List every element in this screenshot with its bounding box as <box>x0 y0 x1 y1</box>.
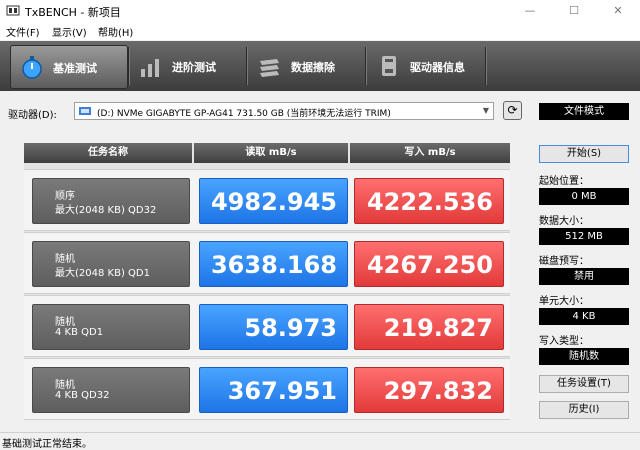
drive-select[interactable]: (D:) NVMe GIGABYTE GP-AG41 731.50 GB (当前… <box>74 102 494 120</box>
data-size-value[interactable]: 512 MB <box>539 228 629 245</box>
window-title: TxBENCH - 新项目 <box>25 6 121 19</box>
task-name-cell[interactable]: 顺序 最大(2048 KB) QD32 <box>32 178 190 224</box>
write-type-label: 写入类型： <box>539 336 589 347</box>
results-table: 任务名称 读取 mB/s 写入 mB/s 顺序 最大(2048 KB) QD32… <box>24 143 510 420</box>
task-params: 最大(2048 KB) QD32 <box>55 205 157 216</box>
tab-label: 进阶测试 <box>172 61 216 74</box>
tab-drive-info[interactable]: 驱动器信息 <box>368 45 484 87</box>
task-type: 随机 <box>55 317 75 328</box>
tab-label: 基准测试 <box>53 62 97 75</box>
header-task-name: 任务名称 <box>24 143 192 163</box>
menu-view[interactable]: 显示(V) <box>52 24 87 39</box>
header-read: 读取 mB/s <box>194 143 348 163</box>
drive-selected-value: (D:) NVMe GIGABYTE GP-AG41 731.50 GB (当前… <box>97 109 391 119</box>
tab-advanced[interactable]: 进阶测试 <box>130 45 246 87</box>
table-row: 随机 4 KB QD1 58.973 219.827 <box>24 295 510 357</box>
drive-info-icon <box>382 56 396 76</box>
tab-benchmark[interactable]: 基准测试 <box>10 45 128 89</box>
tab-erase[interactable]: 数据擦除 <box>249 45 365 87</box>
task-settings-button[interactable]: 任务设置(T) <box>539 375 629 393</box>
task-name-cell[interactable]: 随机 4 KB QD1 <box>32 304 190 350</box>
start-button[interactable]: 开始(S) <box>539 145 629 163</box>
bar-chart-icon <box>141 59 159 77</box>
task-name-cell[interactable]: 随机 4 KB QD32 <box>32 367 190 413</box>
minimize-button[interactable]: — <box>508 0 552 22</box>
drive-icon <box>79 107 91 115</box>
menu-help[interactable]: 帮助(H) <box>98 24 133 39</box>
unit-size-label: 单元大小： <box>539 296 589 307</box>
tab-divider <box>365 47 367 85</box>
title-bar: TxBENCH - 新项目 — ☐ ✕ <box>0 0 640 22</box>
write-type-value[interactable]: 随机数 <box>539 348 629 365</box>
tab-divider <box>246 47 248 85</box>
write-value: 297.832 <box>354 367 504 413</box>
tab-divider <box>485 47 487 85</box>
task-name-cell[interactable]: 随机 最大(2048 KB) QD1 <box>32 241 190 287</box>
toolbar: 基准测试 进阶测试 数据擦除 驱动器信息 <box>0 41 640 91</box>
table-row: 随机 4 KB QD32 367.951 297.832 <box>24 358 510 420</box>
write-value: 4267.250 <box>354 241 504 287</box>
read-value: 3638.168 <box>199 241 348 287</box>
menu-bar: 文件(F) 显示(V) 帮助(H) <box>0 22 640 40</box>
data-size-label: 数据大小： <box>539 216 589 227</box>
table-row: 随机 最大(2048 KB) QD1 3638.168 4267.250 <box>24 232 510 294</box>
read-value: 4982.945 <box>199 178 348 224</box>
app-icon <box>6 5 20 16</box>
status-bar: 基础测试正常结束。 <box>0 432 640 450</box>
start-position-value[interactable]: 0 MB <box>539 188 629 205</box>
status-text: 基础测试正常结束。 <box>2 439 92 450</box>
refresh-button[interactable]: ⟳ <box>503 101 522 120</box>
write-value: 4222.536 <box>354 178 504 224</box>
drive-label: 驱动器(D): <box>8 110 57 121</box>
refresh-icon: ⟳ <box>507 103 518 117</box>
tab-label: 驱动器信息 <box>410 61 465 74</box>
file-mode-button[interactable]: 文件模式 <box>539 103 629 120</box>
history-button[interactable]: 历史(I) <box>539 401 629 419</box>
task-type: 顺序 <box>55 191 75 202</box>
header-write: 写入 mB/s <box>350 143 510 163</box>
task-params: 最大(2048 KB) QD1 <box>55 268 150 279</box>
task-type: 随机 <box>55 380 75 391</box>
write-value: 219.827 <box>354 304 504 350</box>
stopwatch-icon <box>22 56 42 79</box>
maximize-button[interactable]: ☐ <box>552 0 596 22</box>
chevron-down-icon: ▼ <box>482 106 489 115</box>
table-row: 顺序 最大(2048 KB) QD32 4982.945 4222.536 <box>24 169 510 231</box>
unit-size-value[interactable]: 4 KB <box>539 308 629 325</box>
precondition-value[interactable]: 禁用 <box>539 268 629 285</box>
read-value: 58.973 <box>199 304 348 350</box>
close-button[interactable]: ✕ <box>596 0 640 22</box>
task-type: 随机 <box>55 254 75 265</box>
eraser-icon <box>260 59 279 77</box>
task-params: 4 KB QD1 <box>55 327 104 338</box>
tab-label: 数据擦除 <box>291 61 335 74</box>
menu-file[interactable]: 文件(F) <box>6 24 40 39</box>
read-value: 367.951 <box>199 367 348 413</box>
start-position-label: 起始位置： <box>539 176 589 187</box>
precondition-label: 磁盘预写： <box>539 256 589 267</box>
task-params: 4 KB QD32 <box>55 390 110 401</box>
